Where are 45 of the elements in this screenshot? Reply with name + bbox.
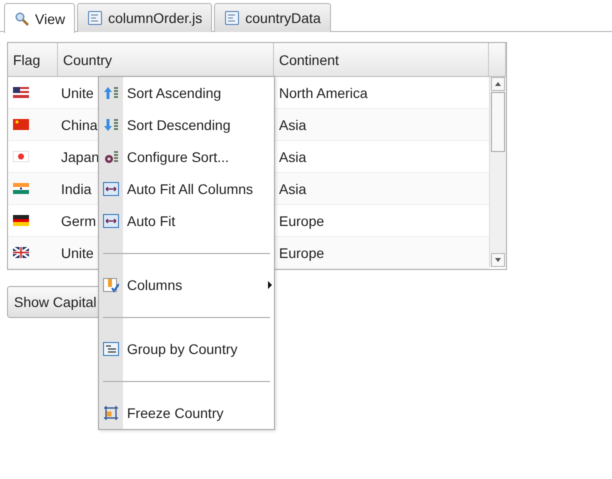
gear-icon <box>103 149 119 165</box>
table-cell-text: North America <box>278 84 369 102</box>
scrollbar[interactable] <box>489 77 506 267</box>
scroll-up-icon[interactable] <box>491 77 505 91</box>
flag-icon <box>13 87 29 98</box>
columns-icon <box>103 277 119 293</box>
sort-ascending-icon <box>103 85 119 101</box>
column-header[interactable]: Continent <box>274 43 489 76</box>
menu-item[interactable]: Sort Descending <box>99 109 274 141</box>
table-cell: Unite <box>61 244 94 260</box>
menu-item[interactable]: Group by Country <box>99 333 274 365</box>
table-cell: India <box>61 180 92 196</box>
table-cell-text: Asia <box>278 180 308 198</box>
menu-item[interactable]: Auto Fit <box>99 205 274 237</box>
fit-columns-icon <box>103 181 119 197</box>
menu-item[interactable]: Auto Fit All Columns <box>99 173 274 205</box>
scroll-down-icon[interactable] <box>491 253 505 267</box>
document-icon <box>88 11 102 25</box>
search-icon <box>15 12 29 26</box>
table-cell: Japan <box>61 148 100 164</box>
tab[interactable]: View <box>4 3 76 33</box>
flag-icon <box>13 247 29 258</box>
table-cell-text: Asia <box>278 116 308 134</box>
fit-column-icon <box>103 213 119 229</box>
document-icon <box>225 11 240 25</box>
table-cell: Unite <box>61 84 94 100</box>
flag-icon <box>13 215 29 226</box>
flag-icon <box>13 119 29 130</box>
table-cell-text: Asia <box>278 148 308 166</box>
scroll-thumb[interactable] <box>491 92 505 152</box>
freeze-icon <box>103 405 119 421</box>
table-cell: China <box>61 116 98 132</box>
tab[interactable]: columnOrder.js <box>77 3 212 32</box>
flag-icon <box>13 183 29 194</box>
column-header[interactable]: Flag <box>8 43 58 76</box>
sort-descending-icon <box>103 117 119 133</box>
tab[interactable]: countryData <box>214 3 331 32</box>
table-cell-text: Europe <box>278 244 326 263</box>
flag-icon <box>13 151 29 162</box>
menu-item[interactable]: Freeze Country <box>99 397 274 429</box>
table-cell-text: Europe <box>278 212 326 231</box>
table-cell: Germ <box>61 212 96 228</box>
menu-item[interactable]: Sort Ascending <box>99 77 274 109</box>
group-icon <box>103 341 119 357</box>
menu-item[interactable]: Configure Sort... <box>99 141 274 173</box>
